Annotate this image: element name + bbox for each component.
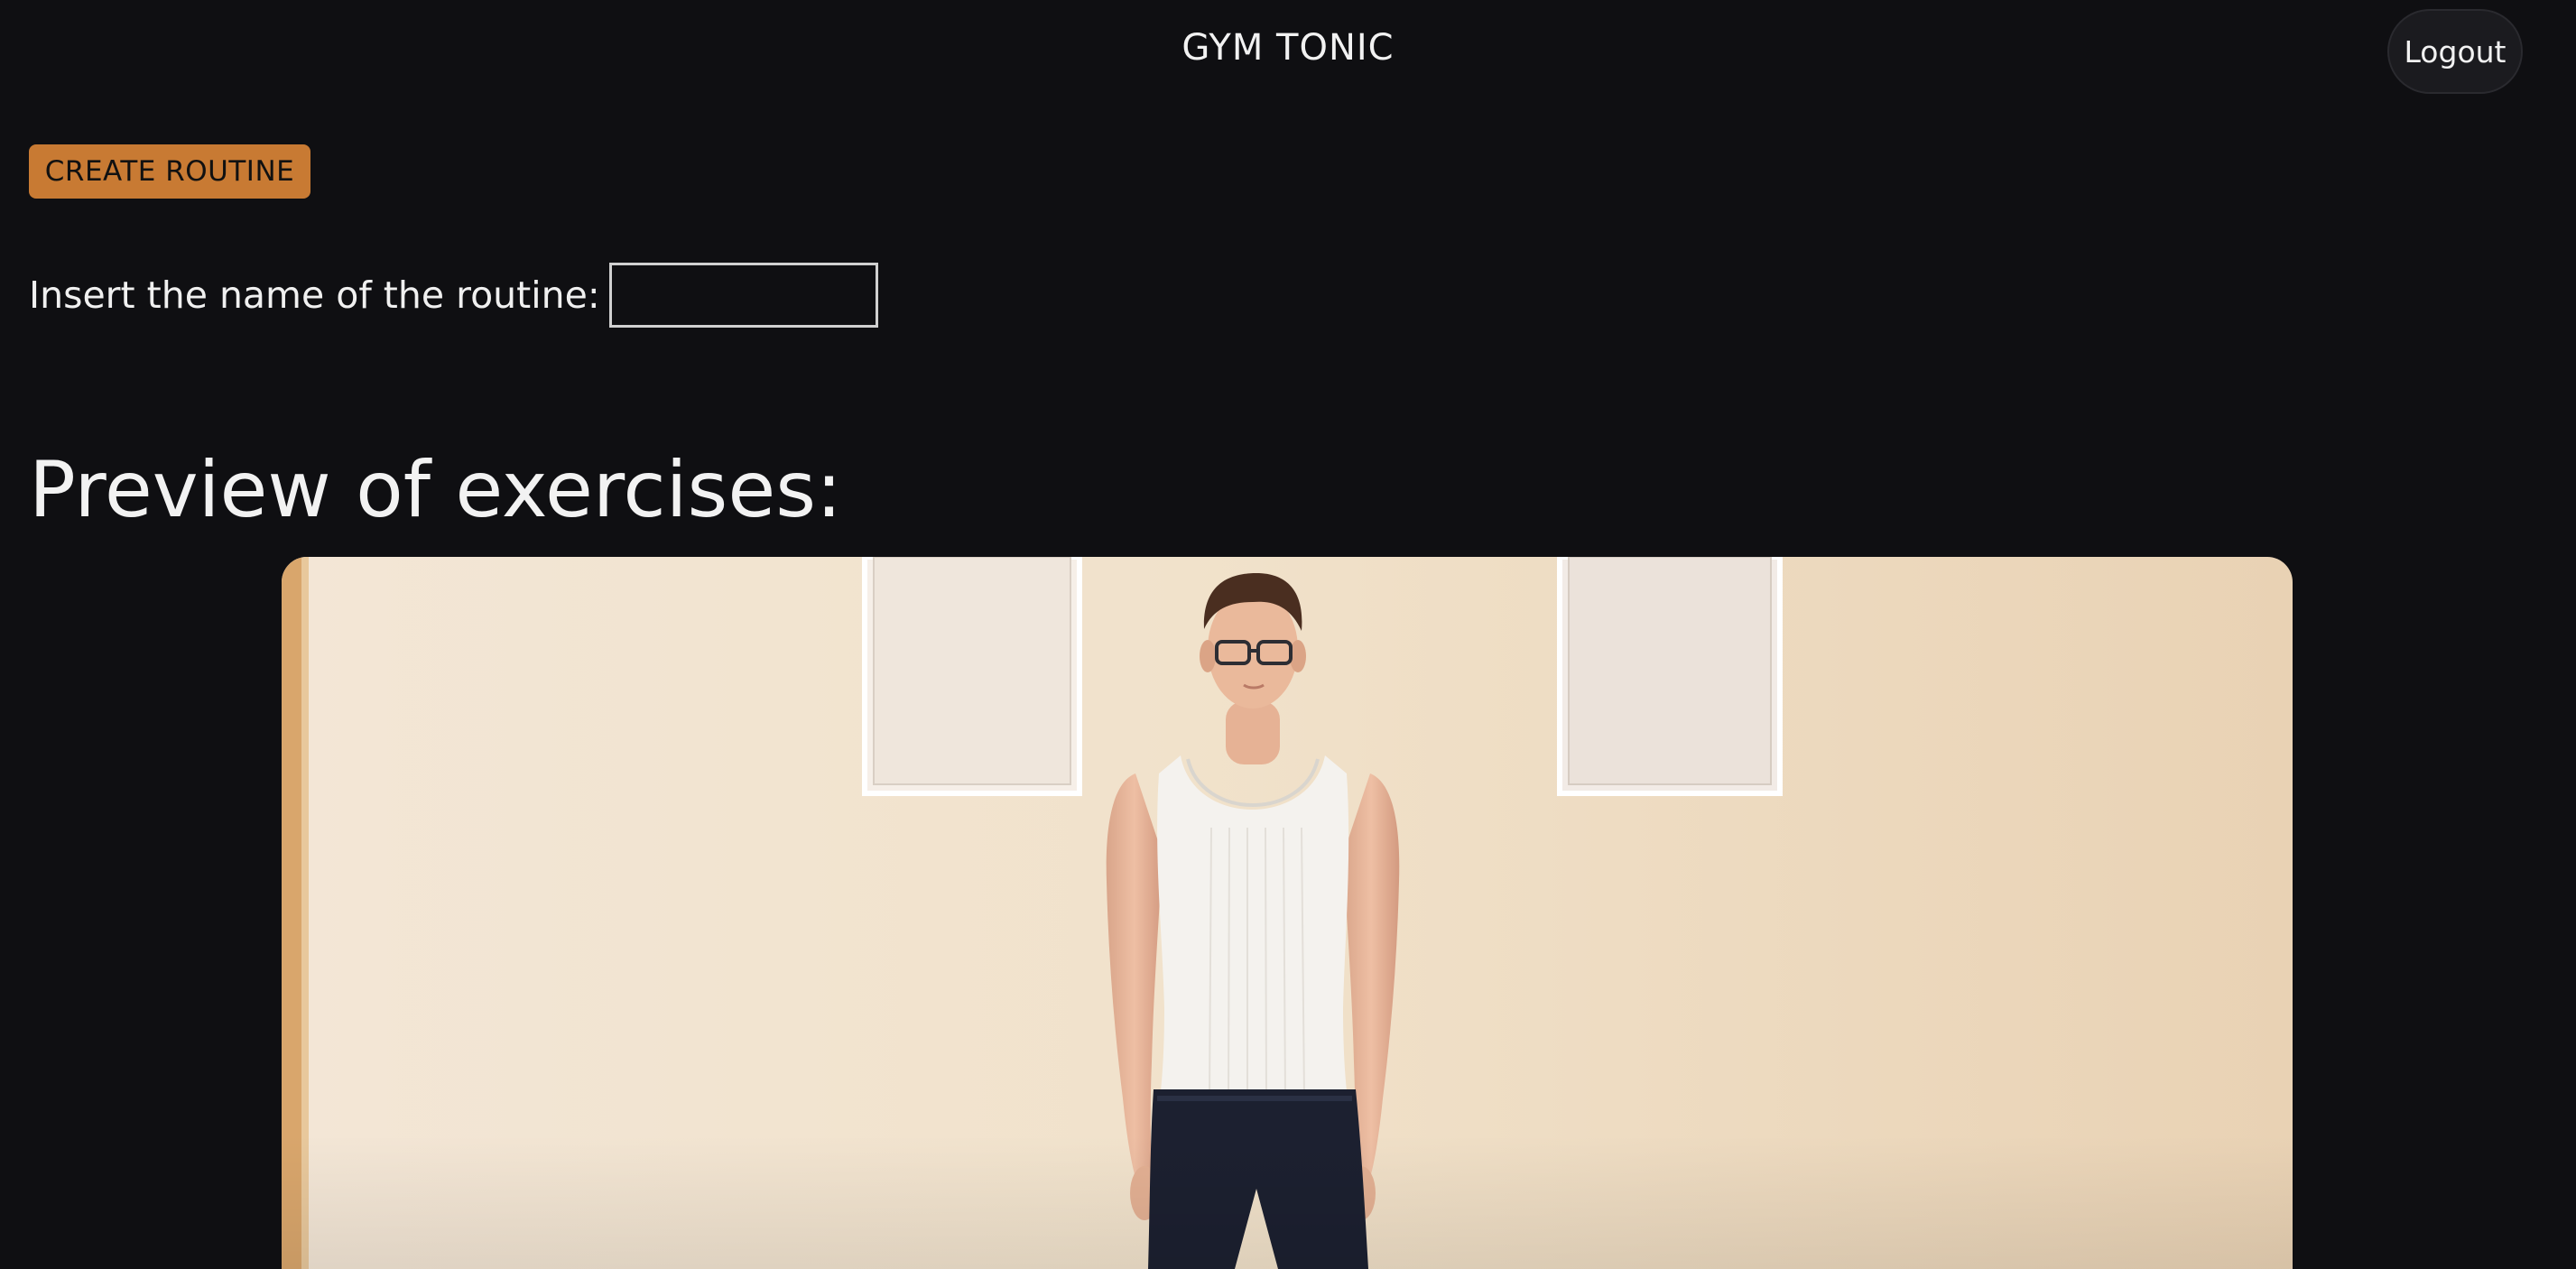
routine-name-label: Insert the name of the routine:: [29, 273, 600, 317]
routine-name-row: Insert the name of the routine:: [29, 262, 878, 329]
logout-button[interactable]: Logout: [2387, 9, 2523, 94]
routine-name-input[interactable]: [608, 263, 878, 328]
preview-heading: Preview of exercises:: [29, 445, 843, 535]
exercise-video-image: [282, 557, 2293, 1269]
app-title: GYM TONIC: [1181, 27, 1395, 69]
create-routine-button[interactable]: CREATE ROUTINE: [29, 144, 310, 199]
top-bar: GYM TONIC Logout: [0, 0, 2576, 105]
exercise-video-preview[interactable]: [282, 557, 2293, 1269]
